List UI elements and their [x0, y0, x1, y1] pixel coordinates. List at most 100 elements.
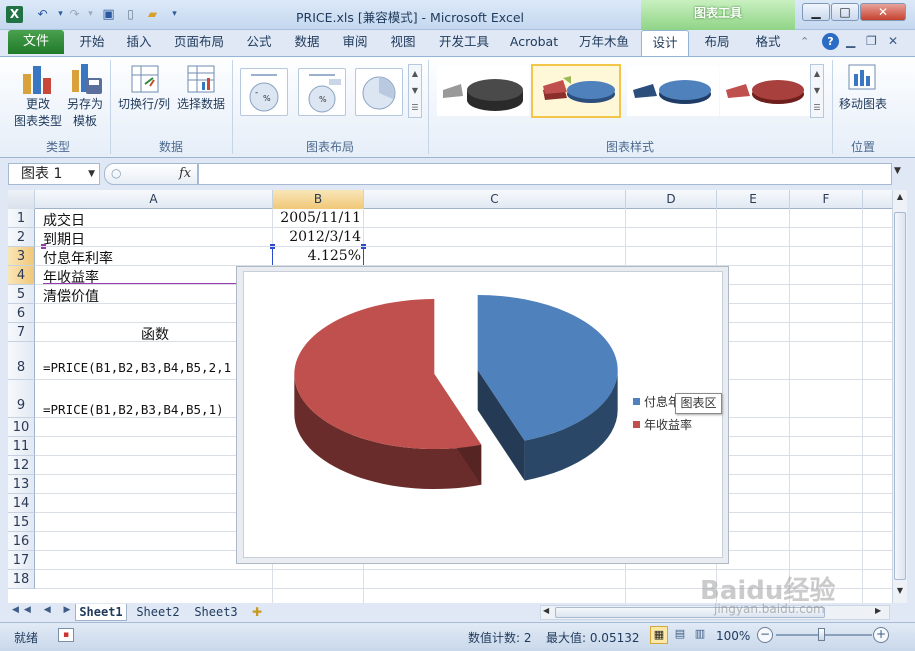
- chart-layout-2[interactable]: %: [298, 68, 346, 116]
- row-header-16[interactable]: 16: [8, 532, 35, 551]
- zoom-slider-thumb[interactable]: [818, 628, 825, 641]
- row-header-8[interactable]: 8: [8, 342, 35, 380]
- column-header-d[interactable]: D: [626, 190, 717, 209]
- close-button[interactable]: ✕: [860, 3, 906, 21]
- minimize-button[interactable]: ▁: [802, 3, 830, 21]
- row-header-15[interactable]: 15: [8, 513, 35, 532]
- select-data-icon[interactable]: [184, 62, 218, 96]
- insert-function-icon[interactable]: fx: [179, 166, 191, 181]
- change-chart-type-label-1[interactable]: 更改: [10, 96, 66, 112]
- tab-format[interactable]: 格式: [747, 30, 789, 54]
- scroll-up-icon[interactable]: ▲: [894, 192, 906, 206]
- maximize-button[interactable]: □: [831, 3, 859, 21]
- cell-a8[interactable]: =PRICE(B1,B2,B3,B4,B5,2,1: [43, 360, 231, 375]
- normal-view-icon[interactable]: ▦: [650, 626, 668, 644]
- save-template-label-2[interactable]: 模板: [62, 113, 108, 129]
- tab-insert[interactable]: 插入: [118, 30, 160, 54]
- row-header-2[interactable]: 2: [8, 228, 35, 247]
- vertical-scrollbar[interactable]: ▲ ▼: [892, 190, 907, 603]
- scroll-left-icon[interactable]: ◀: [543, 606, 549, 615]
- pie-slice-1[interactable]: [477, 294, 618, 481]
- legend-swatch-2[interactable]: [633, 421, 640, 428]
- page-layout-view-icon[interactable]: ▤: [671, 626, 689, 644]
- page-break-view-icon[interactable]: ▥: [691, 626, 709, 644]
- row-header-5[interactable]: 5: [8, 285, 35, 304]
- doc-restore-icon[interactable]: ❐: [866, 34, 877, 48]
- row-header-13[interactable]: 13: [8, 475, 35, 494]
- row-header-9[interactable]: 9: [8, 380, 35, 418]
- column-header-b[interactable]: B: [273, 190, 364, 209]
- tab-acrobat[interactable]: Acrobat: [503, 30, 565, 54]
- move-chart-icon[interactable]: [846, 62, 878, 94]
- tab-data[interactable]: 数据: [286, 30, 328, 54]
- formula-bar-resize-icon[interactable]: ○: [111, 166, 121, 180]
- layout-gallery-scroll[interactable]: ▲ ▼ ☰: [408, 64, 422, 118]
- row-header-7[interactable]: 7: [8, 323, 35, 342]
- row-header-11[interactable]: 11: [8, 437, 35, 456]
- collapse-ribbon-icon[interactable]: ⌃: [800, 35, 814, 49]
- tab-design[interactable]: 设计: [641, 30, 689, 57]
- tab-layout[interactable]: 布局: [697, 30, 737, 54]
- name-box[interactable]: 图表 1 ▼: [8, 163, 100, 185]
- row-header-3[interactable]: 3: [8, 247, 35, 266]
- tab-formulas[interactable]: 公式: [238, 30, 280, 54]
- sheet-tab-2[interactable]: Sheet2: [132, 604, 184, 621]
- switch-row-column-label[interactable]: 切换行/列: [114, 96, 174, 112]
- legend-label-2[interactable]: 年收益率: [644, 417, 692, 432]
- tab-review[interactable]: 审阅: [335, 30, 375, 54]
- save-template-icon[interactable]: [68, 62, 104, 98]
- name-box-dropdown-icon[interactable]: ▼: [88, 164, 95, 184]
- row-header-17[interactable]: 17: [8, 551, 35, 570]
- formula-input[interactable]: [198, 163, 892, 185]
- chart-style-4[interactable]: [720, 66, 812, 116]
- select-all-corner[interactable]: [8, 190, 35, 209]
- column-header-e[interactable]: E: [717, 190, 790, 209]
- insert-sheet-icon[interactable]: ✚: [252, 605, 272, 620]
- scroll-down-icon[interactable]: ▼: [894, 586, 906, 600]
- sheet-tab-1[interactable]: Sheet1: [75, 604, 127, 621]
- chart-style-2-selected[interactable]: [531, 64, 621, 118]
- zoom-level[interactable]: 100%: [716, 629, 750, 643]
- pie-chart[interactable]: 付息年年收益率: [244, 272, 722, 557]
- column-header-a[interactable]: A: [35, 190, 273, 209]
- zoom-in-icon[interactable]: +: [873, 627, 889, 643]
- column-header-f[interactable]: F: [790, 190, 863, 209]
- row-header-6[interactable]: 6: [8, 304, 35, 323]
- column-header-c[interactable]: C: [364, 190, 626, 209]
- legend-swatch-1[interactable]: [633, 398, 640, 405]
- tab-file[interactable]: 文件: [8, 30, 64, 54]
- cell-b1[interactable]: 2005/11/11: [273, 210, 361, 226]
- change-chart-type-icon[interactable]: [20, 62, 56, 98]
- chart-layout-1[interactable]: -%: [240, 68, 288, 116]
- tab-developer[interactable]: 开发工具: [432, 30, 496, 54]
- pie-slice-2[interactable]: [294, 299, 482, 490]
- row-header-1[interactable]: 1: [8, 209, 35, 228]
- doc-close-icon[interactable]: ✕: [888, 34, 898, 48]
- doc-minimize-icon[interactable]: ▁: [846, 34, 855, 48]
- tab-home[interactable]: 开始: [72, 30, 112, 54]
- chart-style-3[interactable]: [627, 66, 719, 116]
- chart-layout-3[interactable]: [355, 68, 403, 116]
- change-chart-type-label-2[interactable]: 图表类型: [6, 113, 70, 129]
- scroll-right-icon[interactable]: ▶: [875, 606, 881, 615]
- save-template-label-1[interactable]: 另存为: [62, 96, 108, 112]
- style-gallery-scroll[interactable]: ▲ ▼ ☰: [810, 64, 824, 118]
- row-header-12[interactable]: 12: [8, 456, 35, 475]
- switch-row-column-icon[interactable]: [128, 62, 162, 96]
- chart-area[interactable]: 付息年 年收益率: [243, 271, 723, 558]
- macro-record-icon[interactable]: ▪: [58, 628, 74, 642]
- row-header-10[interactable]: 10: [8, 418, 35, 437]
- row-header-4[interactable]: 4: [8, 266, 35, 285]
- tab-view[interactable]: 视图: [383, 30, 423, 54]
- tab-wannian-muyu[interactable]: 万年木鱼: [572, 30, 636, 54]
- tab-page-layout[interactable]: 页面布局: [168, 30, 230, 54]
- row-header-14[interactable]: 14: [8, 494, 35, 513]
- cell-a9[interactable]: =PRICE(B1,B2,B3,B4,B5,1): [43, 402, 224, 417]
- expand-formula-bar-icon[interactable]: ▼: [894, 166, 901, 176]
- sheet-tab-3[interactable]: Sheet3: [190, 604, 242, 621]
- row-header-18[interactable]: 18: [8, 570, 35, 589]
- move-chart-label[interactable]: 移动图表: [834, 96, 892, 112]
- chart-style-1[interactable]: [437, 66, 529, 116]
- vertical-scroll-thumb[interactable]: [894, 212, 906, 580]
- zoom-out-icon[interactable]: −: [757, 627, 773, 643]
